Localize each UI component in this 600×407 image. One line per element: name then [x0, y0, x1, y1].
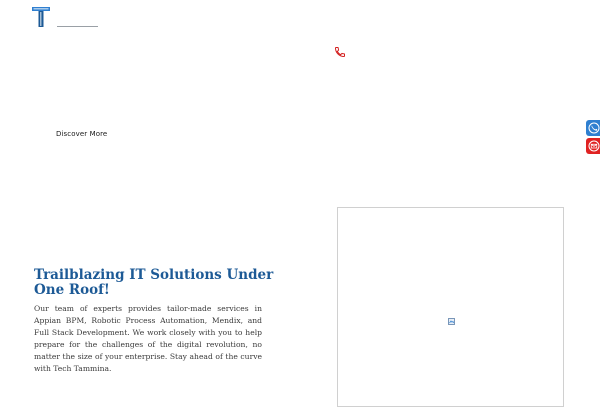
floating-mail-button[interactable]: [586, 138, 600, 154]
discover-more-button[interactable]: Discover More: [56, 130, 107, 138]
letter-t-logo-icon: [32, 7, 50, 27]
site-logo[interactable]: [31, 6, 51, 28]
phone-icon: [588, 122, 600, 134]
media-frame: [337, 207, 564, 407]
section-title: Trailblazing IT Solutions Under One Roof…: [34, 267, 274, 298]
floating-call-button[interactable]: [586, 120, 600, 136]
section-description: Our team of experts provides tailor-made…: [34, 304, 262, 373]
nav-item-underline[interactable]: [57, 26, 98, 27]
mail-icon: [588, 140, 600, 152]
broken-image-icon: [448, 318, 455, 325]
phone-icon[interactable]: [334, 43, 346, 58]
